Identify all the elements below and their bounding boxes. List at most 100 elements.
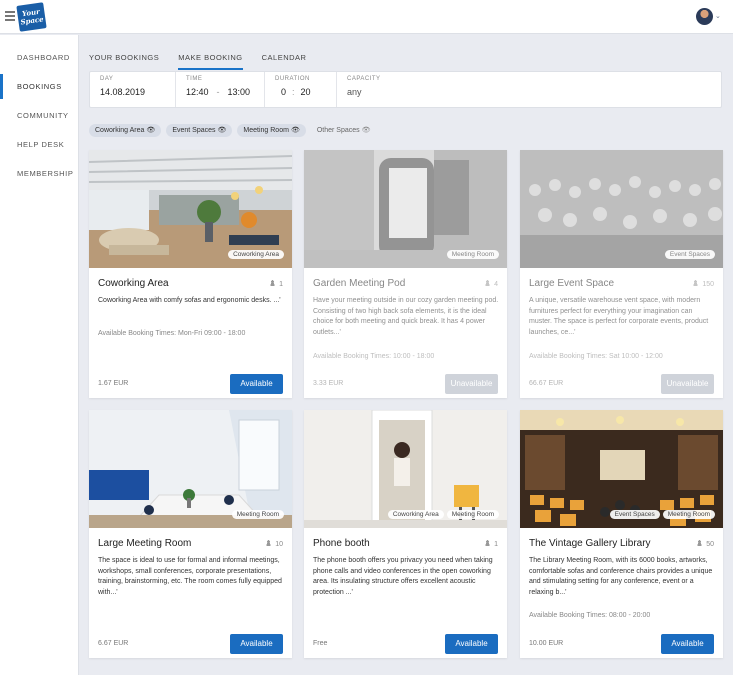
space-card[interactable]: Coworking Area Coworking Area 1 Coworkin… — [89, 150, 292, 398]
capacity-value: 1 — [494, 541, 498, 548]
space-description: Have your meeting outside in our cozy ga… — [313, 297, 499, 336]
space-title: Garden Meeting Pod — [313, 278, 406, 289]
logo-text: Your Space — [19, 6, 45, 27]
space-tags: Meeting Room — [229, 510, 284, 519]
capacity-value: 4 — [494, 281, 498, 288]
availability-button[interactable]: Available — [230, 634, 283, 654]
space-title: Large Meeting Room — [98, 538, 192, 549]
duration-hours[interactable]: 0 — [281, 87, 286, 97]
space-tags: Coworking Area — [225, 250, 284, 259]
availability-button[interactable]: Available — [661, 634, 714, 654]
booking-times: Available Booking Times: 08:00 - 20:00 — [529, 612, 651, 619]
space-description: A unique, versatile warehouse vent space… — [529, 297, 709, 336]
space-tags: Event Spaces — [662, 250, 715, 259]
capacity-filter[interactable]: CAPACITY any — [337, 72, 457, 107]
duration-separator: : — [292, 87, 295, 97]
capacity-indicator: 10 — [266, 540, 283, 548]
space-tag: Event Spaces — [664, 250, 715, 259]
booking-times: Available Booking Times: Sat 10:00 - 12:… — [529, 353, 663, 360]
sidebar-item-bookings[interactable]: BOOKINGS — [0, 72, 78, 101]
space-card[interactable]: Event Spaces Large Event Space 150 A uni… — [520, 150, 723, 398]
space-card[interactable]: Meeting Room Large Meeting Room 10 The s… — [89, 410, 292, 658]
person-icon — [485, 540, 491, 546]
duration-minutes[interactable]: 20 — [301, 87, 311, 97]
space-card[interactable]: Meeting Room Garden Meeting Pod 4 Have y… — [304, 150, 507, 398]
day-filter[interactable]: DAY 14.08.2019 — [90, 72, 176, 107]
chip-meeting-room[interactable]: Meeting Room 👁 — [237, 124, 306, 137]
time-filter[interactable]: TIME 12:40-13:00 — [176, 72, 265, 107]
space-tag: Meeting Room — [662, 510, 715, 519]
space-tag: Meeting Room — [446, 510, 499, 519]
capacity-value: 1 — [279, 281, 283, 288]
time-separator: - — [216, 87, 220, 97]
sidebar-item-help-desk[interactable]: HELP DESK — [0, 130, 78, 159]
capacity-value: 50 — [706, 541, 714, 548]
app-logo[interactable]: Your Space — [16, 2, 47, 32]
space-tags: Meeting Room — [444, 250, 499, 259]
chip-other-spaces[interactable]: Other Spaces 👁 — [311, 124, 377, 137]
duration-filter[interactable]: DURATION 0:20 — [265, 72, 337, 107]
eye-icon: 👁 — [146, 127, 156, 134]
chip-label: Coworking Area — [95, 127, 145, 134]
space-description: The phone booth offers you privacy you n… — [313, 557, 493, 596]
hamburger-menu-icon[interactable] — [5, 11, 15, 21]
booking-filters: DAY 14.08.2019 TIME 12:40-13:00 DURATION… — [89, 71, 722, 108]
person-icon — [485, 280, 491, 286]
sidebar: DASHBOARD BOOKINGS COMMUNITY HELP DESK M… — [0, 35, 79, 675]
space-tag: Coworking Area — [228, 250, 284, 259]
space-price: 1.67 EUR — [98, 380, 129, 387]
space-title: The Vintage Gallery Library — [529, 538, 651, 549]
capacity-value: 10 — [275, 541, 283, 548]
capacity-indicator: 1 — [485, 540, 498, 548]
sidebar-item-community[interactable]: COMMUNITY — [0, 101, 78, 130]
space-title: Phone booth — [313, 538, 370, 549]
chip-label: Event Spaces — [172, 127, 216, 134]
space-card[interactable]: Coworking Area Meeting Room Phone booth … — [304, 410, 507, 658]
chip-event-spaces[interactable]: Event Spaces 👁 — [166, 124, 233, 137]
booking-times: Available Booking Times: Mon-Fri 09:00 -… — [98, 330, 246, 337]
time-from[interactable]: 12:40 — [186, 87, 209, 97]
space-tag: Event Spaces — [609, 510, 660, 519]
tab-make-booking[interactable]: MAKE BOOKING — [178, 48, 243, 70]
chevron-down-icon[interactable]: ⌄ — [715, 12, 721, 20]
chip-coworking-area[interactable]: Coworking Area 👁 — [89, 124, 162, 137]
availability-button[interactable]: Available — [445, 634, 498, 654]
tab-your-bookings[interactable]: YOUR BOOKINGS — [89, 48, 159, 70]
space-price: 6.67 EUR — [98, 640, 129, 647]
space-price: Free — [313, 640, 328, 647]
space-title: Large Event Space — [529, 278, 615, 289]
space-description: Coworking Area with comfy sofas and ergo… — [98, 297, 281, 304]
chip-label: Other Spaces — [316, 127, 360, 134]
day-label: DAY — [100, 76, 114, 82]
chip-label: Meeting Room — [243, 127, 289, 134]
capacity-value[interactable]: any — [347, 87, 447, 97]
availability-button[interactable]: Unavailable — [661, 374, 714, 394]
space-tag: Meeting Room — [231, 510, 284, 519]
sidebar-item-membership[interactable]: MEMBERSHIP — [0, 159, 78, 188]
top-bar: Your Space ⌄ — [0, 0, 733, 34]
space-type-filters: Coworking Area 👁 Event Spaces 👁 Meeting Ro… — [89, 124, 382, 137]
person-icon — [693, 280, 699, 286]
capacity-label: CAPACITY — [347, 76, 381, 82]
eye-icon: 👁 — [290, 127, 300, 134]
capacity-indicator: 50 — [697, 540, 714, 548]
space-tag: Coworking Area — [387, 510, 444, 519]
availability-button[interactable]: Unavailable — [445, 374, 498, 394]
capacity-indicator: 4 — [485, 280, 498, 288]
space-tags: Coworking Area Meeting Room — [385, 510, 499, 519]
booking-tabs: YOUR BOOKINGS MAKE BOOKING CALENDAR — [89, 48, 325, 70]
capacity-indicator: 150 — [693, 280, 714, 288]
time-label: TIME — [186, 76, 203, 82]
space-card[interactable]: Event Spaces Meeting Room The Vintage Ga… — [520, 410, 723, 658]
space-price: 10.00 EUR — [529, 640, 564, 647]
time-to[interactable]: 13:00 — [228, 87, 251, 97]
availability-button[interactable]: Available — [230, 374, 283, 394]
user-avatar[interactable] — [696, 8, 713, 25]
sidebar-item-dashboard[interactable]: DASHBOARD — [0, 43, 78, 72]
eye-icon: 👁 — [217, 127, 227, 134]
capacity-indicator: 1 — [270, 280, 283, 288]
space-title: Coworking Area — [98, 278, 169, 289]
day-value[interactable]: 14.08.2019 — [100, 87, 165, 97]
tab-calendar[interactable]: CALENDAR — [262, 48, 307, 70]
person-icon — [270, 280, 276, 286]
